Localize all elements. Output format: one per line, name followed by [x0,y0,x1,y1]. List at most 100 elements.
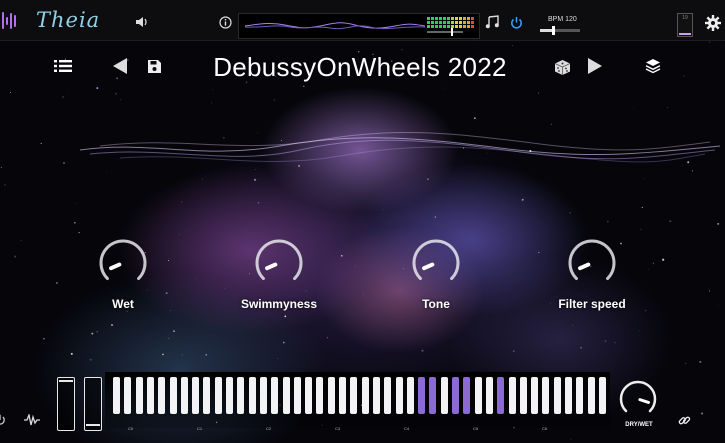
knob-wet[interactable] [96,236,150,290]
piano-key[interactable] [576,377,584,414]
waveform-visualizer [79,131,721,163]
piano-key[interactable] [248,377,256,414]
layers-icon [645,59,661,74]
piano-key[interactable] [237,377,245,414]
piano-key[interactable] [429,377,437,414]
meter-cell [435,21,438,24]
meter-cell [451,17,454,20]
meter-cell [427,17,430,20]
piano-key[interactable] [361,377,369,414]
meter-cell [435,25,438,28]
piano-key[interactable] [158,377,166,414]
piano-key[interactable] [192,377,200,414]
piano-key[interactable] [339,377,346,414]
octave-label: C2 [266,426,272,431]
drywet-track [619,380,657,413]
piano-key[interactable] [406,377,414,414]
piano-key[interactable] [124,377,132,414]
sync-power-button[interactable] [508,14,524,30]
piano-key[interactable] [553,377,561,414]
meter-cell [435,17,438,20]
music-note-icon [485,15,499,29]
previous-preset-button[interactable] [110,56,130,76]
piano-key[interactable] [305,377,313,414]
knob-filter-speed[interactable] [565,236,619,290]
meter-cell [431,25,434,28]
piano-key[interactable] [146,377,154,414]
random-preset-button[interactable] [552,57,572,77]
mod-wheel[interactable] [57,377,75,431]
piano-key[interactable] [418,377,426,414]
speaker-icon [136,17,147,27]
settings-button[interactable] [704,14,722,32]
output-fader[interactable] [427,28,463,36]
knob-pointer [578,262,591,271]
preset-title[interactable]: DebussyOnWheels 2022 [190,52,530,83]
scope-display [238,13,480,39]
meter-cell [439,21,442,24]
piano-key[interactable] [452,377,459,414]
volume-button[interactable] [134,14,150,30]
piano-key[interactable] [350,377,358,414]
mini-meter-box[interactable]: 19 [677,13,693,37]
piano-key[interactable] [565,377,572,414]
piano-key[interactable] [327,377,335,414]
pitch-wheel[interactable] [84,377,102,431]
bpm-label: BPM 120 [548,16,577,23]
oscilloscope-trace [245,22,425,30]
knob-track [99,239,147,281]
piano-key[interactable] [497,377,505,414]
piano-key[interactable] [203,377,211,414]
octave-label: C3 [335,426,341,431]
piano-key[interactable] [180,377,188,414]
piano-key[interactable] [587,377,595,414]
mini-meter-label: 19 [682,15,688,21]
floppy-disk-icon [147,59,161,73]
piano-key[interactable] [474,377,482,414]
piano-key[interactable] [293,377,301,414]
meter-cell [467,17,470,20]
piano-key[interactable] [542,377,550,414]
meter-cell [427,21,430,24]
waveform-button[interactable] [23,412,41,428]
piano-key[interactable] [519,377,527,414]
metronome-button[interactable] [484,14,500,30]
brand-logo: Theia [36,8,101,32]
knob-swimmyness[interactable] [252,236,306,290]
piano-key[interactable] [259,377,267,414]
link-button[interactable] [676,412,692,428]
knob-pointer [109,262,122,271]
piano-key[interactable] [508,377,516,414]
drywet-knob[interactable] [617,378,659,420]
piano-key[interactable] [214,377,222,414]
meter-cell [463,21,466,24]
info-button[interactable] [217,14,233,30]
piano-key[interactable] [282,377,290,414]
meter-cell [467,25,470,28]
piano-key[interactable] [316,377,324,414]
preset-list-button[interactable] [52,57,74,75]
save-preset-button[interactable] [146,58,162,74]
knob-tone[interactable] [409,236,463,290]
piano-key[interactable] [169,377,177,414]
piano-key[interactable] [531,377,539,414]
piano-key[interactable] [440,377,448,414]
layers-button[interactable] [644,57,662,75]
piano-key[interactable] [384,377,392,414]
meter-cell [463,25,466,28]
piano-key[interactable] [372,377,380,414]
piano-key[interactable] [485,377,493,414]
bpm-slider[interactable] [540,26,580,35]
drywet-pointer [638,398,650,404]
next-preset-button[interactable] [585,56,605,76]
piano-key[interactable] [113,377,120,414]
piano-key[interactable] [463,377,471,414]
piano-key[interactable] [226,377,233,414]
meter-cell [455,21,458,24]
piano-key[interactable] [598,377,606,414]
power-button[interactable] [0,413,6,427]
piano-key[interactable] [135,377,143,414]
list-icon [54,60,72,72]
piano-key[interactable] [271,377,279,414]
piano-key[interactable] [395,377,403,414]
